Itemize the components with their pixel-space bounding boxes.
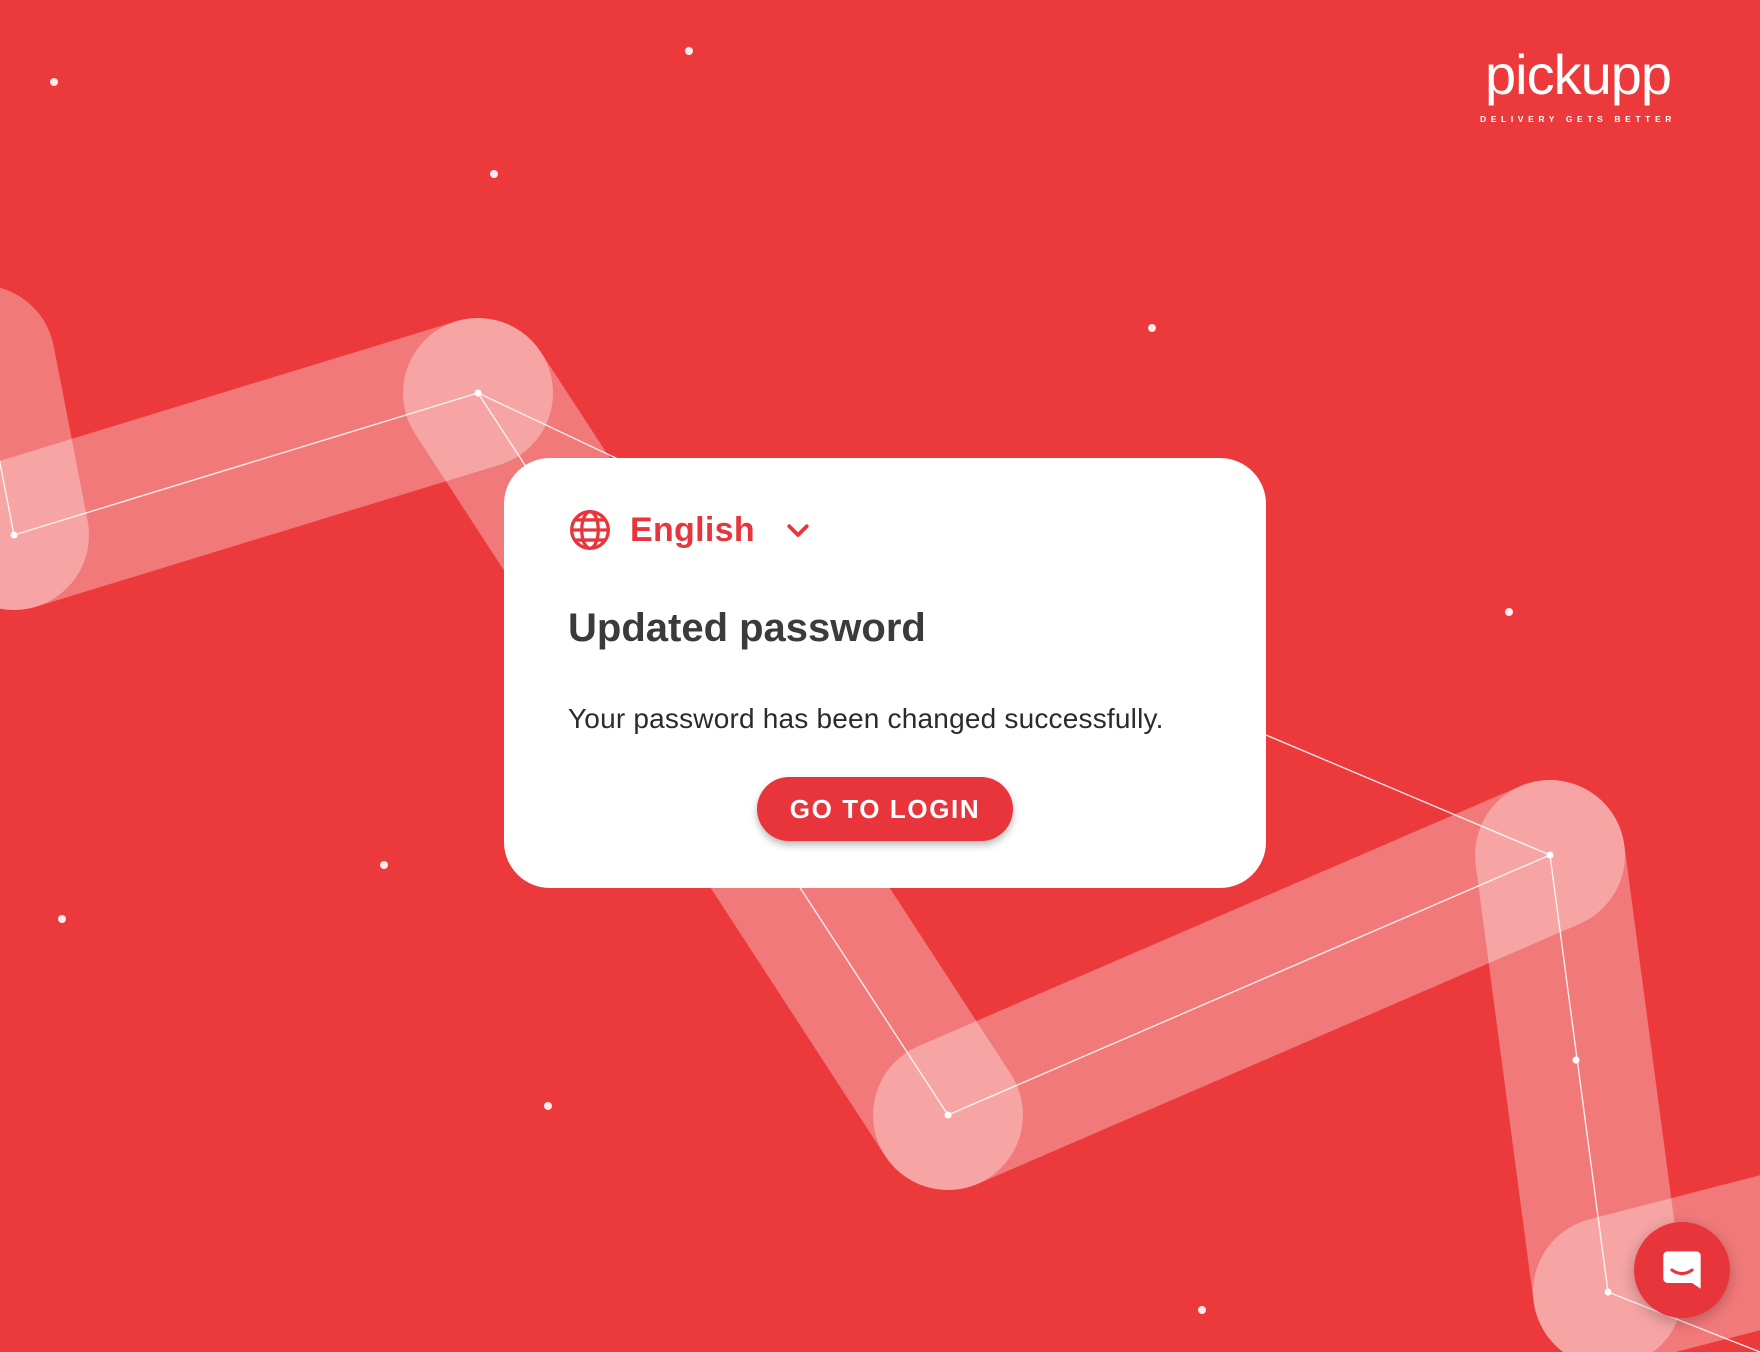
pickupp-logo: pickupp DELIVERY GETS BETTER bbox=[1480, 43, 1676, 124]
language-selector[interactable]: English bbox=[568, 506, 1202, 554]
success-message: Your password has been changed successfu… bbox=[568, 703, 1164, 734]
logo-tagline: DELIVERY GETS BETTER bbox=[1480, 114, 1676, 124]
chevron-down-icon bbox=[773, 515, 813, 545]
go-to-login-button[interactable]: GO TO LOGIN bbox=[756, 777, 1014, 841]
button-container: GO TO LOGIN bbox=[568, 777, 1202, 841]
page-title: Updated password bbox=[568, 606, 926, 650]
brand-logo: pickupp DELIVERY GETS BETTER bbox=[1468, 36, 1688, 128]
chat-icon bbox=[1659, 1247, 1705, 1293]
password-updated-card: English Updated password Your password h… bbox=[504, 458, 1266, 888]
page-background: pickupp DELIVERY GETS BETTER English Upd… bbox=[0, 0, 1760, 1352]
logo-wordmark: pickupp bbox=[1485, 43, 1671, 106]
chat-widget-button[interactable] bbox=[1634, 1222, 1730, 1318]
language-label: English bbox=[630, 510, 755, 549]
globe-icon bbox=[568, 508, 612, 552]
